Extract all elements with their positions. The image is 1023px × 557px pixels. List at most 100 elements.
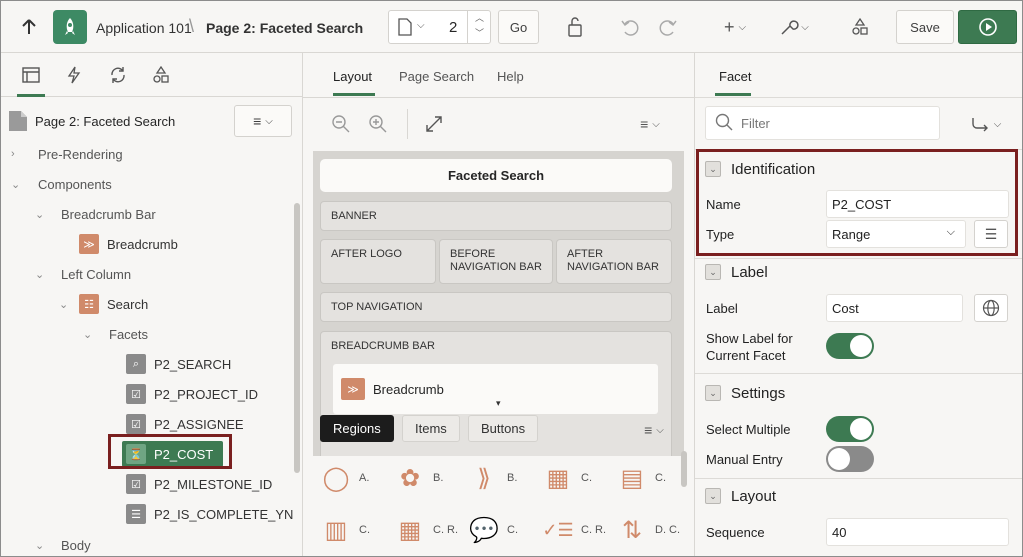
slot-after-logo[interactable]: AFTER LOGO [320, 239, 436, 284]
tree-node-pre-rendering[interactable]: › Pre-Rendering [11, 141, 123, 167]
gallery-item-label: A. [359, 472, 370, 484]
tree-node-label: P2_ASSIGNEE [154, 416, 244, 432]
expand-icon[interactable] [423, 113, 445, 135]
up-arrow-icon[interactable] [19, 17, 39, 37]
tree-node-facets[interactable]: ⌄ Facets [83, 321, 148, 347]
gallery-item[interactable]: ⇅ D. C. [615, 505, 685, 555]
classic-report-icon: ▦ [398, 516, 422, 544]
gallery-menu-button[interactable]: ≡ ⌵ [637, 419, 671, 441]
comments-region-icon: 💬 [469, 516, 499, 544]
left-scrollbar[interactable] [294, 203, 300, 473]
gallery-item[interactable]: ▤ C. [615, 453, 685, 503]
tree-root-label[interactable]: Page 2: Faceted Search [35, 114, 175, 129]
tree-menu-button[interactable]: ≡ ⌵ [234, 105, 292, 137]
search-facet-icon: ⌕ [126, 354, 146, 374]
tree-node-components[interactable]: ⌄ Components [11, 171, 112, 197]
show-label-toggle[interactable] [826, 333, 874, 359]
gallery-item[interactable]: ▦ C. [541, 453, 611, 503]
undo-icon[interactable] [618, 16, 642, 38]
section-label[interactable]: ⌄ Label [697, 257, 1017, 287]
gallery-item[interactable]: ▦ C. R. [393, 505, 463, 555]
slot-before-navigation-bar[interactable]: BEFORE NAVIGATION BAR [439, 239, 553, 284]
splitter-arrow-icon[interactable]: ▾ [496, 398, 501, 409]
tree-node-p2-is-complete-yn[interactable]: ☰ P2_IS_COMPLETE_YN [126, 501, 293, 527]
manual-entry-toggle[interactable] [826, 446, 874, 472]
gallery-item[interactable]: ◯ A. [319, 453, 389, 503]
gallery-item[interactable]: ▥ C. [319, 505, 389, 555]
filter-placeholder: Filter [741, 115, 770, 131]
page-stepper[interactable]: ︿ ﹀ [467, 11, 491, 43]
radio-facet-icon: ☰ [126, 504, 146, 524]
select-multiple-toggle[interactable] [826, 416, 874, 442]
tree-node-search[interactable]: ⌄ ☷ Search [59, 291, 148, 317]
redo-icon[interactable] [656, 16, 680, 38]
tab-facet[interactable]: Facet [719, 69, 752, 84]
tabs-divider [303, 97, 695, 98]
shared-components-icon[interactable] [849, 16, 871, 38]
app-logo-icon[interactable] [53, 10, 87, 44]
gallery-item[interactable]: ✓☰ C. R. [541, 505, 611, 555]
stepper-down-icon[interactable]: ﹀ [475, 28, 484, 38]
slot-after-navigation-bar[interactable]: AFTER NAVIGATION BAR [556, 239, 672, 284]
collapse-icon[interactable]: ⌄ [705, 385, 721, 401]
page-selector[interactable]: ⌵ 2 ︿ ﹀ [388, 10, 491, 44]
tab-buttons[interactable]: Buttons [468, 415, 539, 442]
toolbar-divider [407, 109, 408, 139]
gallery-item-label: B. [507, 472, 518, 484]
tree-node-body[interactable]: ⌄ Body [35, 532, 91, 556]
tab-layout[interactable]: Layout [333, 69, 372, 84]
chevron-down-icon: ⌄ [11, 178, 21, 191]
create-menu-icon[interactable]: + ⌵ [718, 16, 752, 38]
tab-items[interactable]: Items [402, 415, 460, 442]
gallery-item[interactable]: 💬 C. [467, 505, 537, 555]
layout-menu-button[interactable]: ≡ ⌵ [633, 113, 667, 135]
translate-button[interactable] [974, 294, 1008, 322]
page-number-input[interactable]: 2 [449, 19, 457, 36]
go-button[interactable]: Go [498, 10, 539, 44]
gallery-item[interactable]: ✿ B. [393, 453, 463, 503]
slot-top-navigation[interactable]: TOP NAVIGATION [320, 292, 672, 322]
menu-lines-icon: ≡ [640, 116, 649, 132]
go-to-group-button[interactable]: ⌵ [967, 113, 1005, 135]
dynamic-actions-tab-icon[interactable] [64, 65, 84, 85]
processing-tab-icon[interactable] [108, 65, 128, 85]
tree-node-label: Components [38, 176, 112, 192]
tree-node-breadcrumb[interactable]: ≫ Breadcrumb [79, 231, 178, 257]
chevron-right-icon: › [11, 148, 15, 160]
gallery-item-label: C. [359, 524, 370, 536]
layout-page-title[interactable]: Faceted Search [320, 159, 672, 192]
lock-icon[interactable] [563, 16, 587, 38]
run-page-button[interactable] [958, 10, 1017, 44]
section-settings[interactable]: ⌄ Settings [697, 378, 1017, 408]
collapse-icon[interactable]: ⌄ [705, 264, 721, 280]
tree-node-p2-milestone-id[interactable]: ☑ P2_MILESTONE_ID [126, 471, 272, 497]
tree-node-breadcrumb-bar[interactable]: ⌄ Breadcrumb Bar [35, 201, 156, 227]
rendering-tab-icon[interactable] [17, 65, 45, 97]
section-layout[interactable]: ⌄ Layout [697, 481, 1017, 511]
utilities-wrench-icon[interactable]: ⌵ [776, 16, 812, 38]
gallery-item-label: C. [655, 472, 666, 484]
collapse-icon[interactable]: ⌄ [705, 488, 721, 504]
tree-node-label: P2_IS_COMPLETE_YN [154, 506, 294, 522]
tree-node-left-column[interactable]: ⌄ Left Column [35, 261, 131, 287]
tree-header: Page 2: Faceted Search ≡ ⌵ [1, 105, 301, 139]
tab-page-search[interactable]: Page Search [399, 69, 474, 84]
shared-components-tab-icon[interactable] [151, 65, 171, 85]
gallery-item[interactable]: ⟫ B. [467, 453, 537, 503]
app-name-link[interactable]: Application 101 [96, 20, 192, 36]
tab-regions[interactable]: Regions [320, 415, 394, 442]
tab-help[interactable]: Help [497, 69, 524, 84]
slot-banner[interactable]: BANNER [320, 201, 672, 231]
filter-input[interactable]: Filter [705, 106, 940, 140]
tree-node-p2-search[interactable]: ⌕ P2_SEARCH [126, 351, 231, 377]
tree-node-label: Left Column [61, 266, 132, 282]
tree-node-p2-project-id[interactable]: ☑ P2_PROJECT_ID [126, 381, 258, 407]
gallery-scrollbar[interactable] [681, 451, 687, 487]
stepper-up-icon[interactable]: ︿ [475, 13, 484, 23]
zoom-out-icon[interactable] [330, 113, 352, 135]
save-button[interactable]: Save [896, 10, 954, 44]
chevron-down-icon: ⌄ [35, 268, 45, 281]
label-input[interactable]: Cost [826, 294, 963, 322]
zoom-in-icon[interactable] [367, 113, 389, 135]
sequence-input[interactable]: 40 [826, 518, 1009, 546]
